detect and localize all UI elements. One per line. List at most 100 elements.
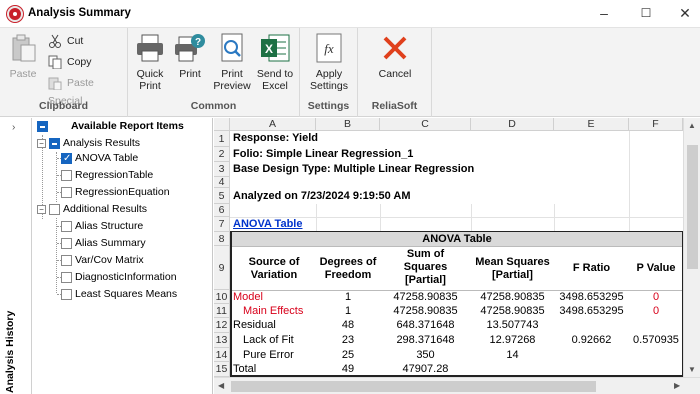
- anova-source-cell[interactable]: Lack of Fit: [243, 334, 294, 346]
- anova-table-checkbox[interactable]: [61, 150, 72, 167]
- send-to-excel-label: Send to Excel: [256, 68, 294, 92]
- cut-button[interactable]: Cut: [48, 32, 83, 50]
- minimize-button[interactable]: –: [592, 4, 616, 22]
- row-header[interactable]: 10: [214, 290, 230, 304]
- anova-source-cell[interactable]: Residual: [233, 319, 276, 331]
- anova-source-cell[interactable]: Pure Error: [243, 349, 294, 361]
- close-button[interactable]: ✕: [673, 4, 697, 22]
- var-cov-matrix-checkbox[interactable]: [61, 255, 72, 266]
- row-header[interactable]: 5: [214, 188, 230, 204]
- copy-button[interactable]: Copy: [48, 53, 92, 71]
- column-header-a[interactable]: A: [230, 118, 316, 131]
- print-preview-button[interactable]: Print Preview: [212, 32, 252, 92]
- column-header-c[interactable]: C: [380, 118, 471, 131]
- anova-ss-cell[interactable]: 298.371648: [380, 334, 471, 346]
- column-header-e[interactable]: E: [554, 118, 629, 131]
- apply-settings-button[interactable]: fx Apply Settings: [306, 32, 352, 92]
- anova-ss-cell[interactable]: 648.371648: [380, 319, 471, 331]
- apply-settings-label: Apply Settings: [310, 68, 348, 92]
- row-header[interactable]: 7: [214, 217, 230, 232]
- folio-text[interactable]: Folio: Simple Linear Regression_1: [233, 148, 413, 160]
- anova-ss-cell[interactable]: 47907.28: [380, 363, 471, 375]
- quick-print-label: Quick Print: [136, 68, 164, 92]
- anova-source-cell[interactable]: Model: [233, 291, 263, 303]
- paste-special-button[interactable]: Paste Special: [48, 74, 127, 107]
- response-text[interactable]: Response: Yield: [233, 132, 318, 144]
- anova-f-cell[interactable]: 0.92662: [554, 334, 629, 346]
- root-checkbox[interactable]: [37, 121, 48, 132]
- quick-print-button[interactable]: Quick Print: [132, 32, 168, 92]
- column-header-d[interactable]: D: [471, 118, 554, 131]
- vertical-scroll-thumb[interactable]: [687, 145, 698, 269]
- anova-ss-cell[interactable]: 350: [380, 349, 471, 361]
- anova-dof-cell[interactable]: 48: [316, 319, 380, 331]
- anova-ss-cell[interactable]: 47258.90835: [380, 305, 471, 317]
- anova-ms-cell[interactable]: 12.97268: [471, 334, 554, 346]
- anova-dof-cell[interactable]: 1: [316, 291, 380, 303]
- report-items-tree: Available Report Items − Analysis Result…: [33, 118, 213, 394]
- row-header[interactable]: 1: [214, 131, 230, 147]
- scroll-right-icon[interactable]: ▶: [674, 381, 680, 390]
- row-header[interactable]: 4: [214, 177, 230, 188]
- regression-equation-checkbox[interactable]: [61, 187, 72, 198]
- analyzed-date-text[interactable]: Analyzed on 7/23/2024 9:19:50 AM: [233, 190, 411, 202]
- column-header-b[interactable]: B: [316, 118, 380, 131]
- anova-table-link[interactable]: ANOVA Table: [233, 218, 302, 230]
- horizontal-scrollbar[interactable]: ◀ ▶: [214, 377, 700, 394]
- row-header[interactable]: 2: [214, 147, 230, 162]
- scroll-left-icon[interactable]: ◀: [218, 381, 224, 390]
- print-button[interactable]: ? Print: [172, 32, 208, 80]
- row-header[interactable]: 8: [214, 232, 230, 246]
- additional-results-checkbox[interactable]: [49, 204, 60, 215]
- alias-summary-checkbox[interactable]: [61, 238, 72, 249]
- anova-source-cell[interactable]: Main Effects: [243, 305, 303, 317]
- collapse-icon[interactable]: −: [37, 139, 46, 148]
- anova-dof-cell[interactable]: 1: [316, 305, 380, 317]
- scroll-up-icon[interactable]: ▲: [688, 121, 696, 130]
- regression-table-checkbox[interactable]: [61, 170, 72, 181]
- paste-button[interactable]: Paste: [6, 32, 40, 80]
- analysis-history-panel[interactable]: › Analysis History: [0, 118, 32, 394]
- scroll-down-icon[interactable]: ▼: [688, 365, 696, 374]
- anova-ms-cell[interactable]: 47258.90835: [471, 291, 554, 303]
- diagnostic-information-checkbox[interactable]: [61, 272, 72, 283]
- anova-p-cell[interactable]: 0: [629, 291, 683, 303]
- row-header[interactable]: 3: [214, 162, 230, 177]
- base-design-text[interactable]: Base Design Type: Multiple Linear Regres…: [233, 163, 474, 175]
- row-header[interactable]: 11: [214, 304, 230, 318]
- row-header[interactable]: 9: [214, 246, 230, 290]
- anova-ms-cell[interactable]: 14: [471, 349, 554, 361]
- anova-dof-cell[interactable]: 23: [316, 334, 380, 346]
- send-to-excel-button[interactable]: X Send to Excel: [255, 32, 295, 92]
- row-header[interactable]: 13: [214, 333, 230, 348]
- expand-chevron-icon[interactable]: ›: [12, 122, 15, 133]
- row-header[interactable]: 6: [214, 204, 230, 217]
- anova-f-cell[interactable]: 3498.653295: [554, 291, 629, 303]
- row-header[interactable]: 15: [214, 362, 230, 377]
- anova-dof-cell[interactable]: 49: [316, 363, 380, 375]
- analysis-results-checkbox[interactable]: [49, 138, 60, 149]
- cancel-button[interactable]: Cancel: [372, 32, 418, 80]
- horizontal-scroll-thumb[interactable]: [231, 381, 596, 392]
- anova-table-title: ANOVA Table: [232, 232, 682, 246]
- tree-item-label: Additional Results: [63, 203, 148, 215]
- anova-p-cell[interactable]: 0.570935: [629, 334, 683, 346]
- anova-ms-cell[interactable]: 13.507743: [471, 319, 554, 331]
- anova-f-cell[interactable]: 3498.653295: [554, 305, 629, 317]
- anova-dof-cell[interactable]: 25: [316, 349, 380, 361]
- collapse-icon[interactable]: −: [37, 205, 46, 214]
- alias-structure-checkbox[interactable]: [61, 221, 72, 232]
- row-header[interactable]: 12: [214, 318, 230, 333]
- cancel-label: Cancel: [378, 68, 412, 80]
- least-squares-means-checkbox[interactable]: [61, 289, 72, 300]
- select-all-corner[interactable]: [214, 118, 230, 131]
- anova-ms-cell[interactable]: 47258.90835: [471, 305, 554, 317]
- spreadsheet[interactable]: A B C D E F 1 2 3 4 5 6 7 8 9 10 11 12 1…: [214, 118, 700, 394]
- vertical-scrollbar[interactable]: ▲ ▼: [683, 118, 700, 377]
- anova-ss-cell[interactable]: 47258.90835: [380, 291, 471, 303]
- column-header-f[interactable]: F: [629, 118, 683, 131]
- anova-p-cell[interactable]: 0: [629, 305, 683, 317]
- row-header[interactable]: 14: [214, 348, 230, 362]
- anova-source-cell[interactable]: Total: [233, 363, 256, 375]
- maximize-button[interactable]: ☐: [634, 4, 658, 22]
